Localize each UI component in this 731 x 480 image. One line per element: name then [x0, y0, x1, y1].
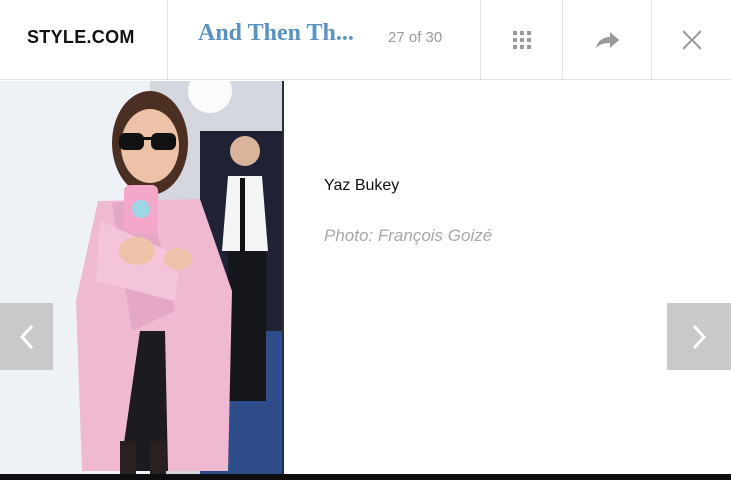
share-button[interactable]: [563, 0, 651, 80]
previous-slide-button[interactable]: [0, 303, 53, 370]
share-arrow-icon: [596, 32, 619, 48]
gallery-header: STYLE.COM And Then Th... 27 of 30: [0, 0, 731, 80]
header-divider: [167, 0, 168, 80]
thumbnails-button[interactable]: [481, 0, 562, 80]
gallery-photo: [0, 81, 283, 474]
photo-edge: [282, 81, 284, 474]
chevron-right-icon: [692, 324, 707, 349]
site-logo[interactable]: STYLE.COM: [27, 27, 135, 48]
bottom-bar: [0, 474, 731, 480]
chevron-left-icon: [19, 324, 33, 349]
grid-icon: [512, 31, 531, 49]
photo-credit: Photo: François Goizé: [324, 226, 493, 245]
photo-illustration: [0, 81, 283, 474]
caption-name: Yaz Bukey: [324, 177, 400, 194]
close-icon: [681, 30, 702, 50]
gallery-title: And Then Th...: [198, 20, 354, 46]
close-button[interactable]: [652, 0, 731, 80]
slide-counter: 27 of 30: [388, 29, 443, 46]
next-slide-button[interactable]: [667, 303, 731, 370]
